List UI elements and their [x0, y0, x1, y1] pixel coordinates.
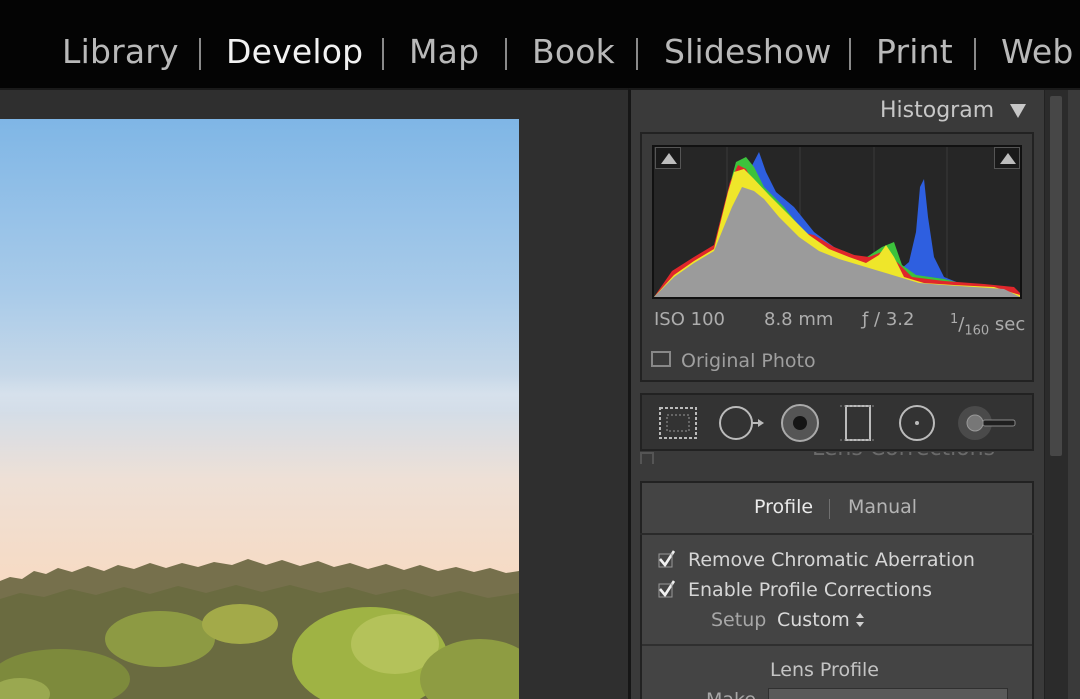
red-eye-icon[interactable]	[779, 403, 821, 443]
original-photo-checkbox[interactable]	[651, 351, 671, 367]
highlight-clipping-icon	[1000, 153, 1016, 164]
landscape-photo-image	[0, 119, 519, 699]
exif-aperture: ƒ / 3.2	[862, 309, 915, 330]
collapse-triangle-icon[interactable]	[1008, 102, 1028, 120]
lens-profile-title: Lens Profile	[770, 659, 879, 681]
module-separator	[199, 38, 201, 70]
module-book[interactable]: Book	[532, 32, 615, 72]
module-picker: Library Develop Map Book Slideshow Print…	[0, 0, 1080, 88]
setup-label: Setup	[711, 609, 767, 631]
photo-work-area[interactable]	[0, 88, 628, 699]
setup-dropdown[interactable]: Custom	[777, 607, 850, 633]
radial-filter-icon[interactable]	[896, 403, 938, 443]
dropdown-updown-icon[interactable]	[855, 612, 865, 628]
histogram-plot	[654, 147, 1020, 297]
adjustment-brush-icon[interactable]	[955, 403, 1017, 443]
shutter-denominator: 160	[964, 323, 990, 339]
module-separator	[505, 38, 507, 70]
graduated-filter-icon[interactable]	[838, 403, 878, 443]
remove-chromatic-aberration-checkbox[interactable]	[658, 550, 676, 568]
enable-profile-corrections-checkbox[interactable]	[658, 580, 676, 598]
shadow-clipping-icon	[661, 153, 677, 164]
photo-preview[interactable]	[0, 119, 519, 699]
make-label: Make	[706, 687, 756, 699]
module-develop[interactable]: Develop	[226, 32, 363, 72]
remove-chromatic-aberration-label: Remove Chromatic Aberration	[688, 549, 975, 571]
crop-overlay-icon[interactable]	[656, 403, 700, 443]
tab-manual[interactable]: Manual	[848, 494, 917, 520]
module-separator	[636, 38, 638, 70]
tab-profile[interactable]: Profile	[754, 494, 813, 520]
highlight-clipping-toggle[interactable]	[994, 147, 1020, 169]
module-web[interactable]: Web	[1001, 32, 1074, 72]
original-photo-label: Original Photo	[681, 350, 816, 372]
make-dropdown[interactable]	[768, 688, 1008, 699]
module-separator	[974, 38, 976, 70]
histogram-graph[interactable]	[652, 145, 1022, 299]
scrollbar-thumb[interactable]	[1050, 96, 1062, 456]
lens-corrections-tabs	[640, 481, 1034, 535]
panel-scrollbar[interactable]	[1044, 90, 1068, 699]
module-separator	[382, 38, 384, 70]
module-separator	[849, 38, 851, 70]
shutter-numerator: 1	[950, 312, 959, 327]
lens-corrections-title: Lens Corrections	[812, 452, 995, 464]
enable-profile-corrections-label: Enable Profile Corrections	[688, 579, 933, 601]
panel-switch-icon[interactable]	[640, 452, 654, 464]
module-print[interactable]: Print	[876, 32, 953, 72]
tab-separator	[829, 499, 830, 519]
shadow-clipping-toggle[interactable]	[655, 147, 681, 169]
shutter-unit: sec	[994, 314, 1026, 335]
module-slideshow[interactable]: Slideshow	[664, 32, 832, 72]
lens-corrections-header[interactable]: Lens Corrections	[640, 452, 1034, 464]
section-divider	[642, 644, 1032, 646]
histogram-panel-title[interactable]: Histogram	[880, 96, 994, 126]
module-map[interactable]: Map	[409, 32, 479, 72]
spot-removal-icon[interactable]	[716, 403, 766, 443]
exif-iso: ISO 100	[654, 309, 725, 330]
histogram-luminance	[654, 187, 1020, 297]
module-library[interactable]: Library	[62, 32, 179, 72]
exif-shutter-speed: 1/160 sec	[950, 312, 1026, 339]
exif-focal-length: 8.8 mm	[764, 309, 834, 330]
